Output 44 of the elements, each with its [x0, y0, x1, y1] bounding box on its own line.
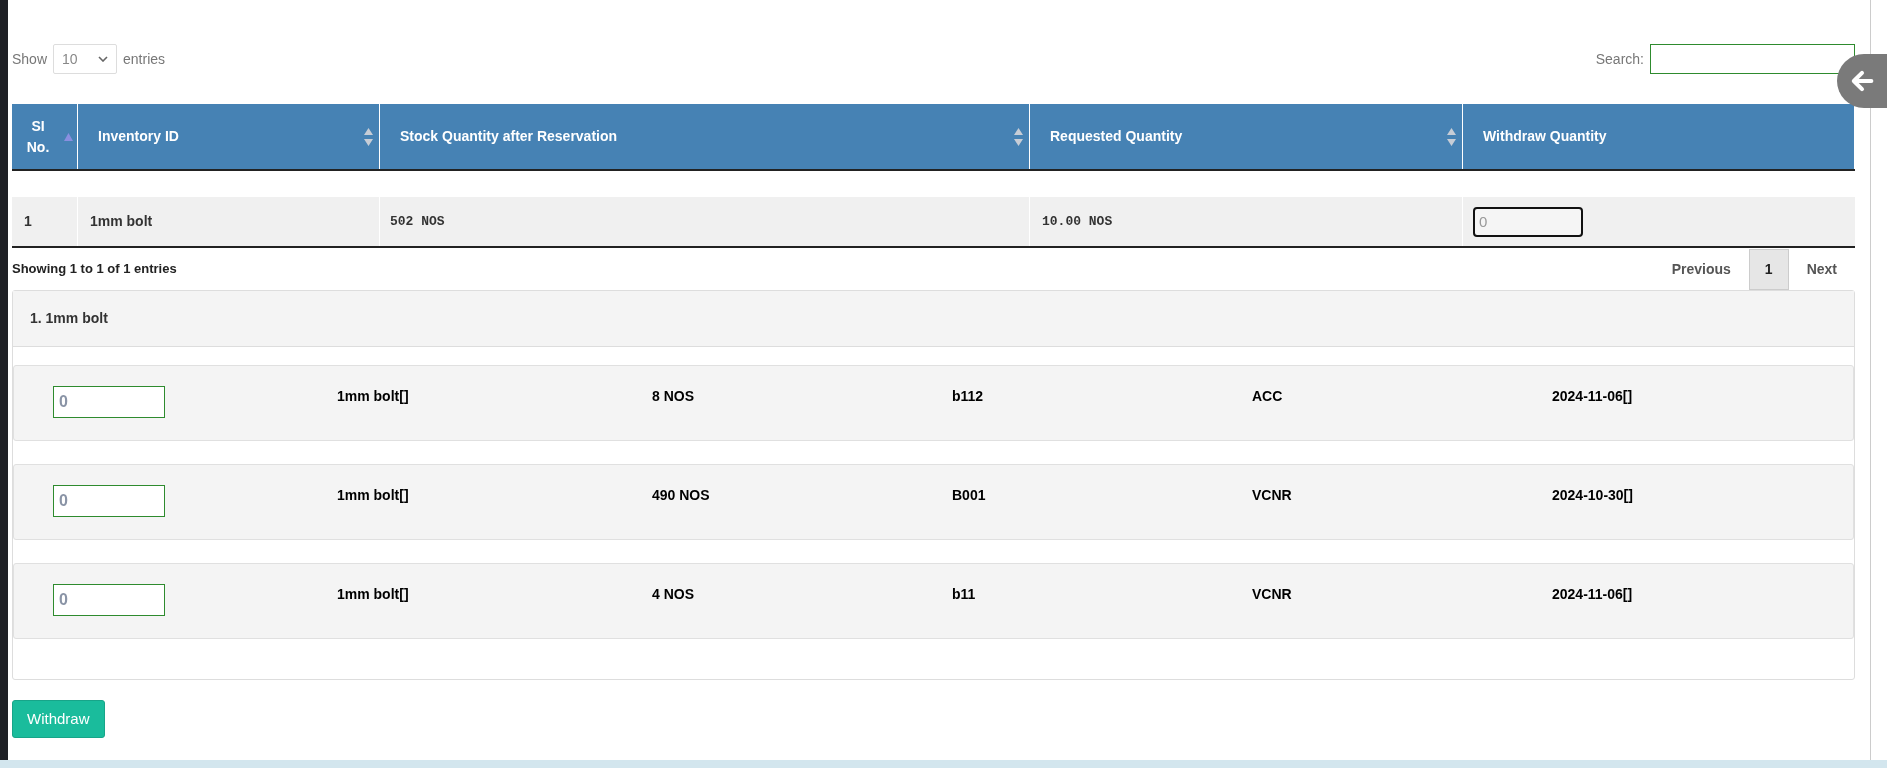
table-cell: 502 NOS [380, 197, 1030, 246]
table-cell: 1mm bolt [78, 197, 380, 246]
chevron-down-icon [98, 56, 109, 62]
table-cell: 1 [12, 197, 78, 246]
lot-value: 1mm bolt[] [337, 486, 410, 505]
column-header[interactable]: Stock Quantity after Reservation [380, 104, 1030, 169]
lot-value: 8 NOS [652, 387, 695, 406]
sort-ascending-icon [64, 132, 73, 141]
column-header[interactable]: SI No. [12, 104, 78, 169]
page-button[interactable]: 1 [1748, 248, 1789, 290]
search-label: Search: [1595, 49, 1644, 69]
lot-value: 1mm bolt[] [337, 387, 410, 406]
panel-title: 1. 1mm bolt [30, 309, 108, 328]
lot-quantity-field[interactable]: 0 [53, 485, 165, 517]
table-info: Showing 1 to 1 of 1 entries [12, 260, 177, 279]
entries-select[interactable]: 10 [53, 44, 118, 74]
search-field[interactable] [1650, 44, 1855, 74]
lot-value: B001 [952, 486, 987, 505]
sort-icon [1447, 127, 1456, 146]
entries-label: entries [123, 49, 166, 69]
lot-value: 2024-10-30[] [1552, 486, 1634, 505]
sort-icon [1014, 127, 1023, 146]
lot-value: 2024-11-06[] [1552, 387, 1634, 406]
lot-value: 2024-11-06[] [1552, 585, 1634, 604]
lot-value: b112 [952, 387, 985, 406]
column-header[interactable]: Requested Quantity [1030, 104, 1463, 169]
lot-value: VCNR [1252, 585, 1293, 604]
table-cell: 10.00 NOS [1030, 197, 1463, 246]
withdraw-quantity-field[interactable]: 0 [1473, 206, 1583, 237]
lot-value: ACC [1252, 387, 1284, 406]
sort-icon [364, 127, 373, 146]
lot-value: VCNR [1252, 486, 1293, 505]
back-button[interactable] [1837, 54, 1887, 108]
previous-link[interactable]: Previous [1653, 258, 1749, 280]
show-label: Show [12, 49, 48, 69]
withdraw-button[interactable]: Withdraw [12, 700, 105, 738]
lot-quantity-field[interactable]: 0 [53, 386, 165, 418]
column-header[interactable]: Inventory ID [78, 104, 380, 169]
lot-value: 1mm bolt[] [337, 585, 410, 604]
lot-value: 490 NOS [652, 486, 711, 505]
lot-quantity-field[interactable]: 0 [53, 584, 165, 616]
lot-value: 4 NOS [652, 585, 695, 604]
next-link[interactable]: Next [1788, 258, 1855, 280]
lot-value: b11 [952, 585, 977, 604]
